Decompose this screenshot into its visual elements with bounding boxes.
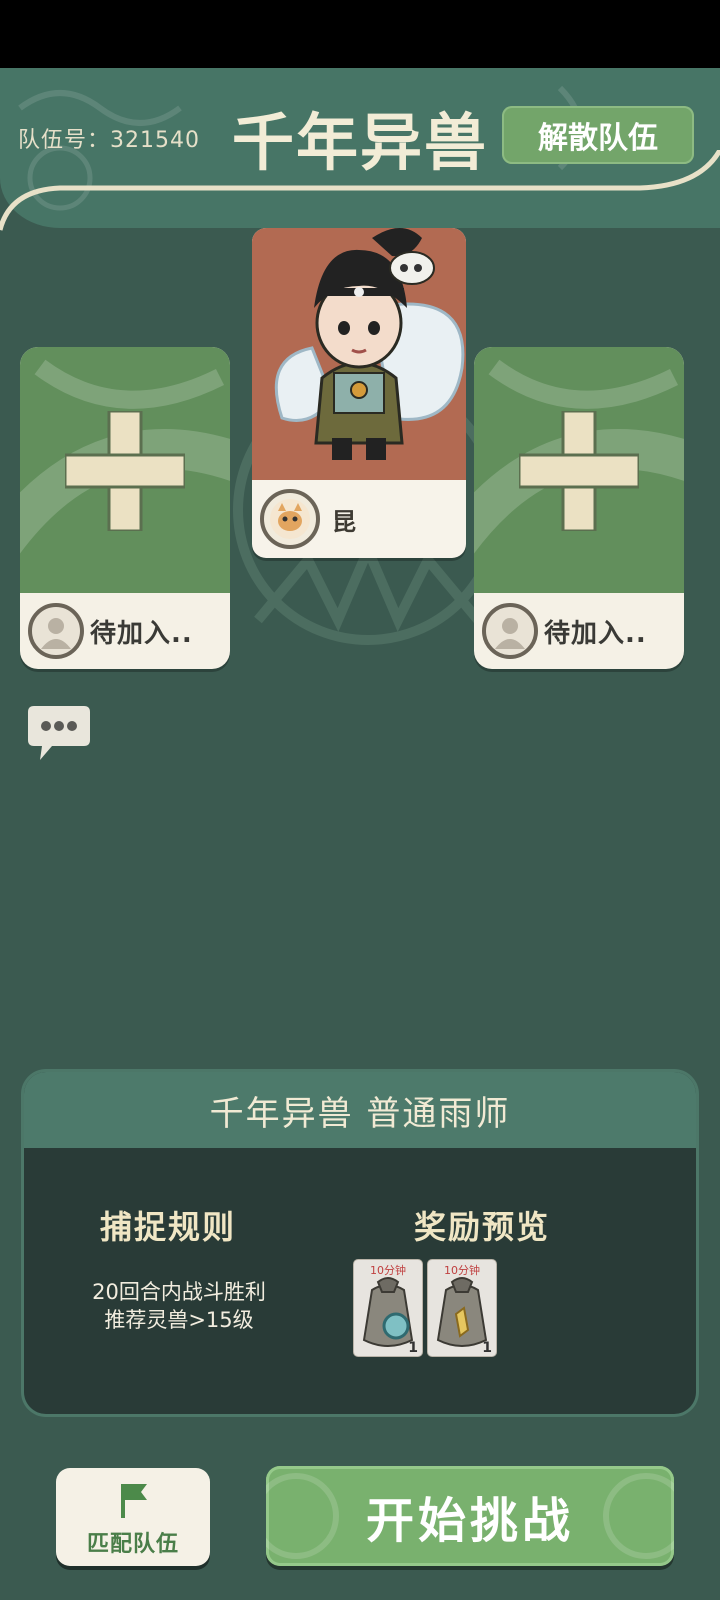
pet-avatar-icon xyxy=(260,489,320,549)
status-bar xyxy=(0,0,720,68)
team-slot-leader[interactable]: 昆 xyxy=(252,228,466,558)
reward-count: 1 xyxy=(482,1340,492,1356)
panel-title: 千年异兽 普通雨师 xyxy=(24,1072,696,1148)
start-challenge-label: 开始挑战 xyxy=(365,1493,574,1549)
add-member-icon xyxy=(65,411,185,531)
empty-avatar-icon xyxy=(28,603,84,659)
rule-line: 20回合内战斗胜利 xyxy=(92,1280,266,1304)
page-title: 千年异兽 xyxy=(232,106,489,179)
team-number-label: 队伍号：321540 xyxy=(18,128,200,153)
slot-status-label: 待加入.. xyxy=(90,618,193,649)
rule-line: 推荐灵兽>15级 xyxy=(104,1308,254,1332)
chat-bubble-icon[interactable] xyxy=(26,704,92,766)
hero-portrait xyxy=(252,228,466,480)
disband-team-button[interactable]: 解散队伍 xyxy=(502,106,694,164)
slot-status-label: 待加入.. xyxy=(544,618,647,649)
team-slot-right[interactable]: 待加入.. xyxy=(474,347,684,669)
empty-avatar-icon xyxy=(482,603,538,659)
match-team-label: 匹配队伍 xyxy=(86,1532,179,1557)
flag-icon xyxy=(121,1484,147,1518)
team-slot-left[interactable]: 待加入.. xyxy=(20,347,230,669)
start-challenge-button[interactable]: 开始挑战 xyxy=(266,1466,674,1566)
reward-item[interactable]: 10分钟 1 xyxy=(428,1260,496,1356)
match-team-button[interactable]: 匹配队伍 xyxy=(56,1468,210,1566)
reward-preview-heading: 奖励预览 xyxy=(414,1208,551,1246)
challenge-info-panel: 千年异兽 普通雨师 捕捉规则 奖励预览 20回合内战斗胜利 推荐灵兽>15级 1… xyxy=(24,1072,696,1414)
capture-rules-heading: 捕捉规则 xyxy=(100,1208,237,1246)
reward-count: 1 xyxy=(408,1340,418,1356)
add-member-icon xyxy=(519,411,639,531)
hero-name: 昆 xyxy=(332,507,356,536)
reward-item[interactable]: 10分钟 1 xyxy=(354,1260,422,1356)
